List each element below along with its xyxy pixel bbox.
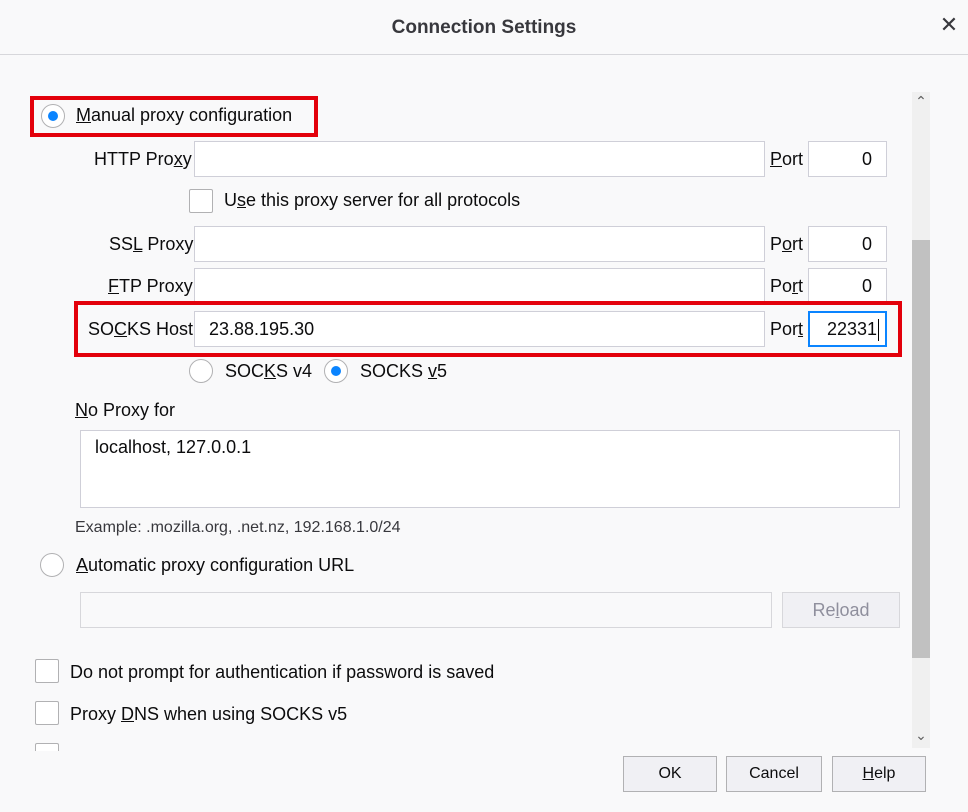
no-proxy-textarea[interactable]: localhost, 127.0.0.1 xyxy=(80,430,900,508)
dialog-title: Connection Settings xyxy=(391,17,577,38)
text-caret xyxy=(878,319,879,342)
socks-port-input[interactable]: 22331 xyxy=(808,311,887,347)
all-protocols-label[interactable]: Use this proxy server for all protocols xyxy=(224,190,520,211)
ssl-proxy-label: SSL Proxy xyxy=(109,234,194,254)
help-button[interactable]: Help xyxy=(832,756,926,792)
socks-v5-radio[interactable] xyxy=(324,359,348,383)
ssl-port-label: Port xyxy=(770,234,804,254)
ftp-port-label: Port xyxy=(770,276,804,296)
proxy-dns-label[interactable]: Proxy DNS when using SOCKS v5 xyxy=(70,704,347,725)
scrollbar-thumb[interactable] xyxy=(912,240,930,658)
http-proxy-label: HTTP Proxy xyxy=(94,149,192,169)
socks-v5-label[interactable]: SOCKS v5 xyxy=(360,361,447,382)
socks-port-value: 22331 xyxy=(826,319,877,339)
close-icon[interactable]: ✕ xyxy=(938,14,960,36)
socks-host-label: SOCKS Host xyxy=(88,319,194,339)
ssl-proxy-input[interactable] xyxy=(194,226,765,262)
http-port-input[interactable]: 0 xyxy=(808,141,887,177)
socks-v4-label[interactable]: SOCKS v4 xyxy=(225,361,312,382)
no-proxy-example: Example: .mozilla.org, .net.nz, 192.168.… xyxy=(75,519,401,536)
scroll-down-icon[interactable]: ⌄ xyxy=(912,726,930,744)
http-proxy-input[interactable] xyxy=(194,141,765,177)
cancel-button[interactable]: Cancel xyxy=(726,756,822,792)
http-port-label: Port xyxy=(770,149,804,169)
socks-v4-radio[interactable] xyxy=(189,359,213,383)
reload-button[interactable]: Reload xyxy=(782,592,900,628)
auto-proxy-label[interactable]: Automatic proxy configuration URL xyxy=(76,555,354,576)
proxy-dns-checkbox[interactable] xyxy=(35,701,59,725)
socks-port-label: Port xyxy=(770,319,804,339)
no-prompt-auth-checkbox[interactable] xyxy=(35,659,59,683)
no-prompt-auth-label[interactable]: Do not prompt for authentication if pass… xyxy=(70,662,494,683)
partial-checkbox[interactable] xyxy=(35,743,59,751)
dialog-titlebar: Connection Settings ✕ xyxy=(0,0,968,55)
auto-proxy-url-input[interactable] xyxy=(80,592,772,628)
manual-proxy-radio[interactable] xyxy=(41,104,65,128)
scroll-up-icon[interactable]: ⌃ xyxy=(912,92,930,110)
ftp-port-input[interactable]: 0 xyxy=(808,268,887,304)
ftp-proxy-input[interactable] xyxy=(194,268,765,304)
socks-host-input[interactable]: 23.88.195.30 xyxy=(194,311,765,347)
ok-button[interactable]: OK xyxy=(623,756,717,792)
ssl-port-input[interactable]: 0 xyxy=(808,226,887,262)
ftp-proxy-label: FTP Proxy xyxy=(108,276,193,296)
auto-proxy-radio[interactable] xyxy=(40,553,64,577)
no-proxy-label: No Proxy for xyxy=(75,400,176,420)
all-protocols-checkbox[interactable] xyxy=(189,189,213,213)
manual-proxy-label[interactable]: Manual proxy configuration xyxy=(76,105,292,126)
